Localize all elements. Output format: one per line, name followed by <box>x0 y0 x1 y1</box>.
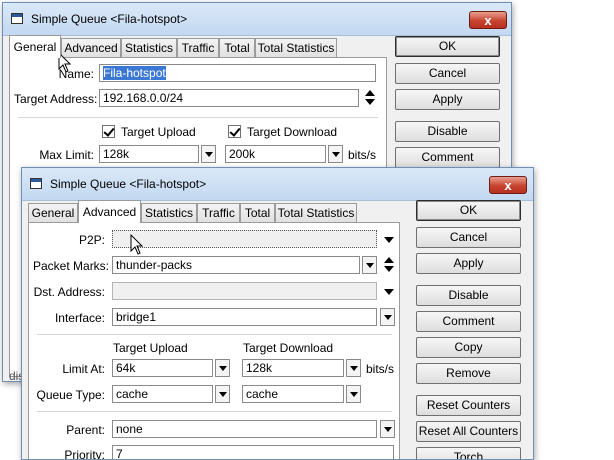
back-window-title: Simple Queue <Fila-hotspot> <box>31 12 188 26</box>
dst-address-field[interactable] <box>112 282 377 300</box>
separator <box>37 411 392 412</box>
back-window-close-icon[interactable]: x <box>469 11 507 29</box>
front-window-close-icon[interactable]: x <box>489 176 527 194</box>
remove-button[interactable]: Remove <box>416 363 521 384</box>
p2p-label: P2P: <box>78 233 105 247</box>
reset-counters-button[interactable]: Reset Counters <box>416 395 521 416</box>
window-icon <box>11 13 23 24</box>
max-limit-download-field[interactable]: 200k <box>225 145 326 163</box>
p2p-dropdown-icon[interactable] <box>383 234 394 245</box>
target-address-updown-icon[interactable] <box>364 90 375 106</box>
back-window-titlebar[interactable]: Simple Queue <Fila-hotspot> x <box>3 3 511 36</box>
target-download-header: Target Download <box>243 341 334 355</box>
interface-dropdown-icon[interactable] <box>380 308 395 326</box>
p2p-field[interactable] <box>112 230 377 248</box>
packet-marks-updown-icon[interactable] <box>383 257 394 273</box>
packet-marks-field[interactable]: thunder-packs <box>112 256 360 274</box>
front-window-titlebar[interactable]: Simple Queue <Fila-hotspot> x <box>22 168 533 201</box>
limit-at-units: bits/s <box>366 362 395 376</box>
parent-label: Parent: <box>66 423 105 437</box>
tab-traffic[interactable]: Traffic <box>177 38 219 57</box>
limit-at-label: Limit At: <box>62 362 105 376</box>
back-cancel-button[interactable]: Cancel <box>395 63 500 84</box>
disable-button[interactable]: Disable <box>416 285 521 306</box>
tab-traffic[interactable]: Traffic <box>197 203 240 222</box>
interface-field[interactable]: bridge1 <box>112 308 377 326</box>
tab-general[interactable]: General <box>28 203 78 222</box>
target-upload-checkbox[interactable] <box>102 125 115 138</box>
parent-dropdown-icon[interactable] <box>380 420 395 438</box>
copy-button[interactable]: Copy <box>416 337 521 358</box>
max-limit-download-dropdown-icon[interactable] <box>328 145 343 163</box>
packet-marks-label: Packet Marks: <box>33 259 110 273</box>
queue-type-download-dropdown-icon[interactable] <box>346 385 361 403</box>
max-limit-units: bits/s <box>348 148 377 162</box>
back-comment-button[interactable]: Comment <box>395 147 500 168</box>
priority-field[interactable]: 7 <box>112 445 394 459</box>
tab-statistics[interactable]: Statistics <box>121 38 177 57</box>
tab-advanced[interactable]: Advanced <box>78 200 141 223</box>
limit-at-download-field[interactable]: 128k <box>242 359 344 377</box>
tab-total[interactable]: Total <box>219 38 255 57</box>
target-upload-header: Target Upload <box>113 341 188 355</box>
apply-button[interactable]: Apply <box>416 253 521 274</box>
back-disable-button[interactable]: Disable <box>395 121 500 142</box>
limit-at-upload-field[interactable]: 64k <box>112 359 213 377</box>
tab-total-statistics[interactable]: Total Statistics <box>255 38 337 57</box>
queue-type-download-field[interactable]: cache <box>242 385 344 403</box>
comment-button[interactable]: Comment <box>416 311 521 332</box>
cancel-button[interactable]: Cancel <box>416 227 521 248</box>
limit-at-download-dropdown-icon[interactable] <box>346 359 361 377</box>
back-ok-button[interactable]: OK <box>395 36 500 57</box>
max-limit-upload-field[interactable]: 128k <box>99 145 199 163</box>
tab-general[interactable]: General <box>9 35 61 58</box>
dst-address-label: Dst. Address: <box>33 285 105 299</box>
target-upload-label: Target Upload <box>121 125 196 139</box>
front-window: Simple Queue <Fila-hotspot> x General Ad… <box>21 167 534 460</box>
tab-statistics[interactable]: Statistics <box>141 203 197 222</box>
back-apply-button[interactable]: Apply <box>395 89 500 110</box>
queue-type-upload-field[interactable]: cache <box>112 385 213 403</box>
name-label: Name: <box>58 67 94 81</box>
parent-field[interactable]: none <box>112 420 377 438</box>
tab-total-statistics[interactable]: Total Statistics <box>275 203 357 222</box>
max-limit-label: Max Limit: <box>39 148 94 162</box>
front-window-advanced-pane: P2P: Packet Marks: thunder-packs Dst. Ad… <box>28 222 400 460</box>
dst-address-dropdown-icon[interactable] <box>383 286 394 297</box>
priority-label: Priority: <box>64 448 105 460</box>
queue-type-label: Queue Type: <box>36 388 106 402</box>
separator <box>18 117 378 118</box>
target-address-field[interactable]: 192.168.0.0/24 <box>99 89 359 107</box>
ok-button[interactable]: OK <box>416 200 521 221</box>
queue-type-upload-dropdown-icon[interactable] <box>215 385 230 403</box>
torch-button[interactable]: Torch <box>416 447 521 459</box>
limit-at-upload-dropdown-icon[interactable] <box>215 359 230 377</box>
target-download-checkbox[interactable] <box>228 125 241 138</box>
separator <box>37 334 392 335</box>
target-address-label: Target Address: <box>14 92 98 106</box>
window-icon <box>30 178 42 189</box>
target-download-label: Target Download <box>247 125 338 139</box>
packet-marks-dropdown-icon[interactable] <box>362 256 377 274</box>
max-limit-upload-dropdown-icon[interactable] <box>201 145 216 163</box>
reset-all-counters-button[interactable]: Reset All Counters <box>416 421 521 442</box>
mouse-cursor-icon <box>130 234 144 255</box>
name-field[interactable]: Fila-hotspot <box>99 64 376 82</box>
tab-total[interactable]: Total <box>240 203 275 222</box>
front-window-title: Simple Queue <Fila-hotspot> <box>50 177 207 191</box>
interface-label: Interface: <box>54 311 105 325</box>
